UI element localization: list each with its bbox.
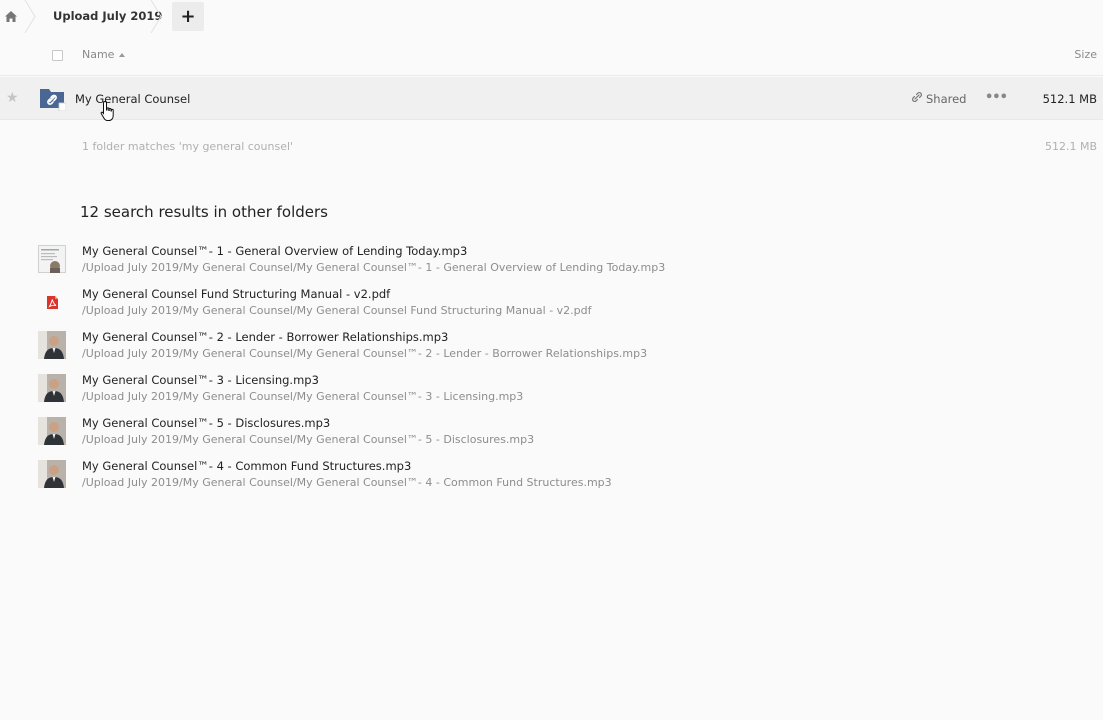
result-path[interactable]: /Upload July 2019/My General Counsel/My … — [82, 389, 523, 405]
result-name[interactable]: My General Counsel™- 4 - Common Fund Str… — [82, 458, 411, 474]
shared-indicator[interactable]: Shared — [911, 91, 967, 107]
favorite-star-icon[interactable]: ★ — [6, 90, 19, 106]
result-path[interactable]: /Upload July 2019/My General Counsel/My … — [82, 475, 612, 491]
list-item[interactable]: My General Counsel™- 2 - Lender - Borrow… — [0, 326, 1103, 369]
result-name[interactable]: My General Counsel™- 3 - Licensing.mp3 — [82, 372, 319, 388]
pdf-icon — [38, 288, 66, 316]
result-name[interactable]: My General Counsel™- 2 - Lender - Borrow… — [82, 329, 448, 345]
breadcrumb-separator — [150, 0, 162, 33]
list-item[interactable]: My General Counsel™- 5 - Disclosures.mp3… — [0, 412, 1103, 455]
folder-row[interactable]: ★ My General Counsel Shared ••• 512.1 MB — [0, 77, 1103, 120]
list-item[interactable]: My General Counsel™- 1 - General Overvie… — [0, 240, 1103, 283]
breadcrumb-separator — [24, 0, 36, 33]
person-thumbnail — [38, 374, 66, 402]
document-thumbnail — [38, 245, 66, 273]
list-item[interactable]: My General Counsel™- 3 - Licensing.mp3 /… — [0, 369, 1103, 412]
person-thumbnail — [38, 417, 66, 445]
result-path[interactable]: /Upload July 2019/My General Counsel/My … — [82, 346, 647, 362]
shared-label: Shared — [926, 92, 967, 106]
folder-size: 512.1 MB — [1042, 92, 1097, 106]
person-thumbnail — [38, 460, 66, 488]
search-summary: 1 folder matches 'my general counsel' — [82, 140, 294, 153]
list-item[interactable]: My General Counsel Fund Structuring Manu… — [0, 283, 1103, 326]
result-name[interactable]: My General Counsel™- 5 - Disclosures.mp3 — [82, 415, 330, 431]
add-new-button[interactable]: + — [172, 2, 204, 31]
other-folders-results-heading: 12 search results in other folders — [80, 203, 328, 221]
link-icon — [911, 91, 923, 107]
file-list-header: Name Size — [0, 33, 1103, 76]
hand-pointer-cursor-icon — [99, 100, 119, 124]
search-summary-size: 512.1 MB — [1044, 140, 1097, 153]
breadcrumb-current-folder[interactable]: Upload July 2019 — [53, 8, 162, 24]
list-item[interactable]: My General Counsel™- 4 - Common Fund Str… — [0, 455, 1103, 498]
result-name[interactable]: My General Counsel Fund Structuring Manu… — [82, 286, 390, 302]
result-path[interactable]: /Upload July 2019/My General Counsel/My … — [82, 303, 592, 319]
result-path[interactable]: /Upload July 2019/My General Counsel/My … — [82, 260, 665, 276]
result-path[interactable]: /Upload July 2019/My General Counsel/My … — [82, 432, 534, 448]
home-icon[interactable] — [0, 0, 22, 33]
shared-link-folder-icon — [40, 87, 67, 112]
person-thumbnail — [38, 331, 66, 359]
select-all-checkbox[interactable] — [52, 50, 63, 61]
folder-name[interactable]: My General Counsel — [75, 91, 190, 107]
result-name[interactable]: My General Counsel™- 1 - General Overvie… — [82, 243, 467, 259]
breadcrumb: Upload July 2019 + — [0, 0, 1103, 33]
more-actions-icon[interactable]: ••• — [985, 90, 1008, 106]
column-header-name[interactable]: Name — [82, 47, 114, 63]
column-header-size[interactable]: Size — [1074, 47, 1097, 63]
sort-ascending-icon[interactable] — [119, 53, 125, 57]
